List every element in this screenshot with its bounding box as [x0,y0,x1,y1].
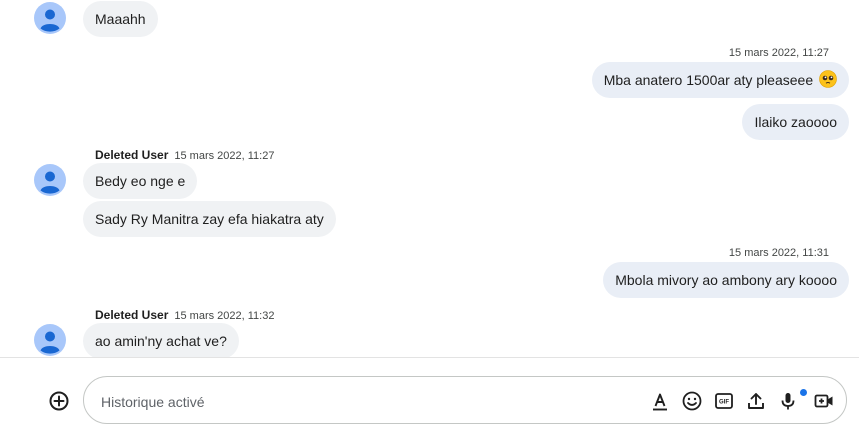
message-bubble-incoming: Maaahh [83,1,158,37]
message-timestamp: 15 mars 2022, 11:32 [174,310,275,322]
pleading-face-emoji-icon [819,65,837,101]
avatar[interactable] [34,324,66,356]
recording-indicator-dot [800,389,807,396]
message-text: Sady Ry Manitra zay efa hiakatra aty [95,211,324,227]
user-avatar-icon [34,2,66,34]
video-call-icon [814,394,833,408]
gif-button[interactable]: GIF [712,389,736,413]
sender-name[interactable]: Deleted User [95,148,168,162]
message-input[interactable] [99,389,623,415]
user-avatar-icon [34,164,66,196]
avatar[interactable] [34,164,66,196]
add-attachment-button[interactable] [47,389,71,413]
message-timestamp: 15 mars 2022, 11:27 [728,47,829,59]
message-timestamp: 15 mars 2022, 11:31 [728,247,829,259]
message-bubble-outgoing: Mba anatero 1500ar aty pleaseee [591,62,849,101]
microphone-icon [781,393,795,410]
emoji-button[interactable] [680,389,704,413]
microphone-button[interactable] [776,389,800,413]
format-text-icon [653,393,667,411]
upload-button[interactable] [744,389,768,413]
svg-text:GIF: GIF [719,400,729,406]
message-header: Deleted User 15 mars 2022, 11:32 [95,308,274,322]
message-bubble-incoming: Sady Ry Manitra zay efa hiakatra aty [83,201,336,237]
emoji-icon [682,391,702,411]
video-call-button[interactable] [812,389,836,413]
gif-icon: GIF [715,393,733,409]
upload-icon [748,393,764,409]
message-bubble-outgoing: Mbola mivory ao ambony ary koooo [603,262,849,298]
format-text-button[interactable] [648,389,672,413]
message-composer[interactable]: GIF [83,376,847,424]
plus-circle-icon [49,391,69,411]
message-text: Maaahh [95,11,146,27]
message-text: Ilaiko zaoooo [754,114,837,130]
message-text: Mbola mivory ao ambony ary koooo [615,272,837,288]
message-bubble-incoming: Bedy eo nge e [83,163,198,199]
avatar [34,2,66,34]
message-bubble-incoming: ao amin'ny achat ve? [83,323,239,357]
message-text: ao amin'ny achat ve? [95,333,227,349]
message-timestamp: 15 mars 2022, 11:27 [174,150,275,162]
message-text: Bedy eo nge e [95,173,186,189]
message-bubble-outgoing: Ilaiko zaoooo [742,104,849,140]
sender-name[interactable]: Deleted User [95,308,168,322]
user-avatar-icon [34,324,66,356]
message-thread: Maaahh 15 mars 2022, 11:27 Mba anatero 1… [0,0,859,357]
message-text: Mba anatero 1500ar aty pleaseee [603,72,814,88]
message-header: Deleted User 15 mars 2022, 11:27 [95,148,274,162]
